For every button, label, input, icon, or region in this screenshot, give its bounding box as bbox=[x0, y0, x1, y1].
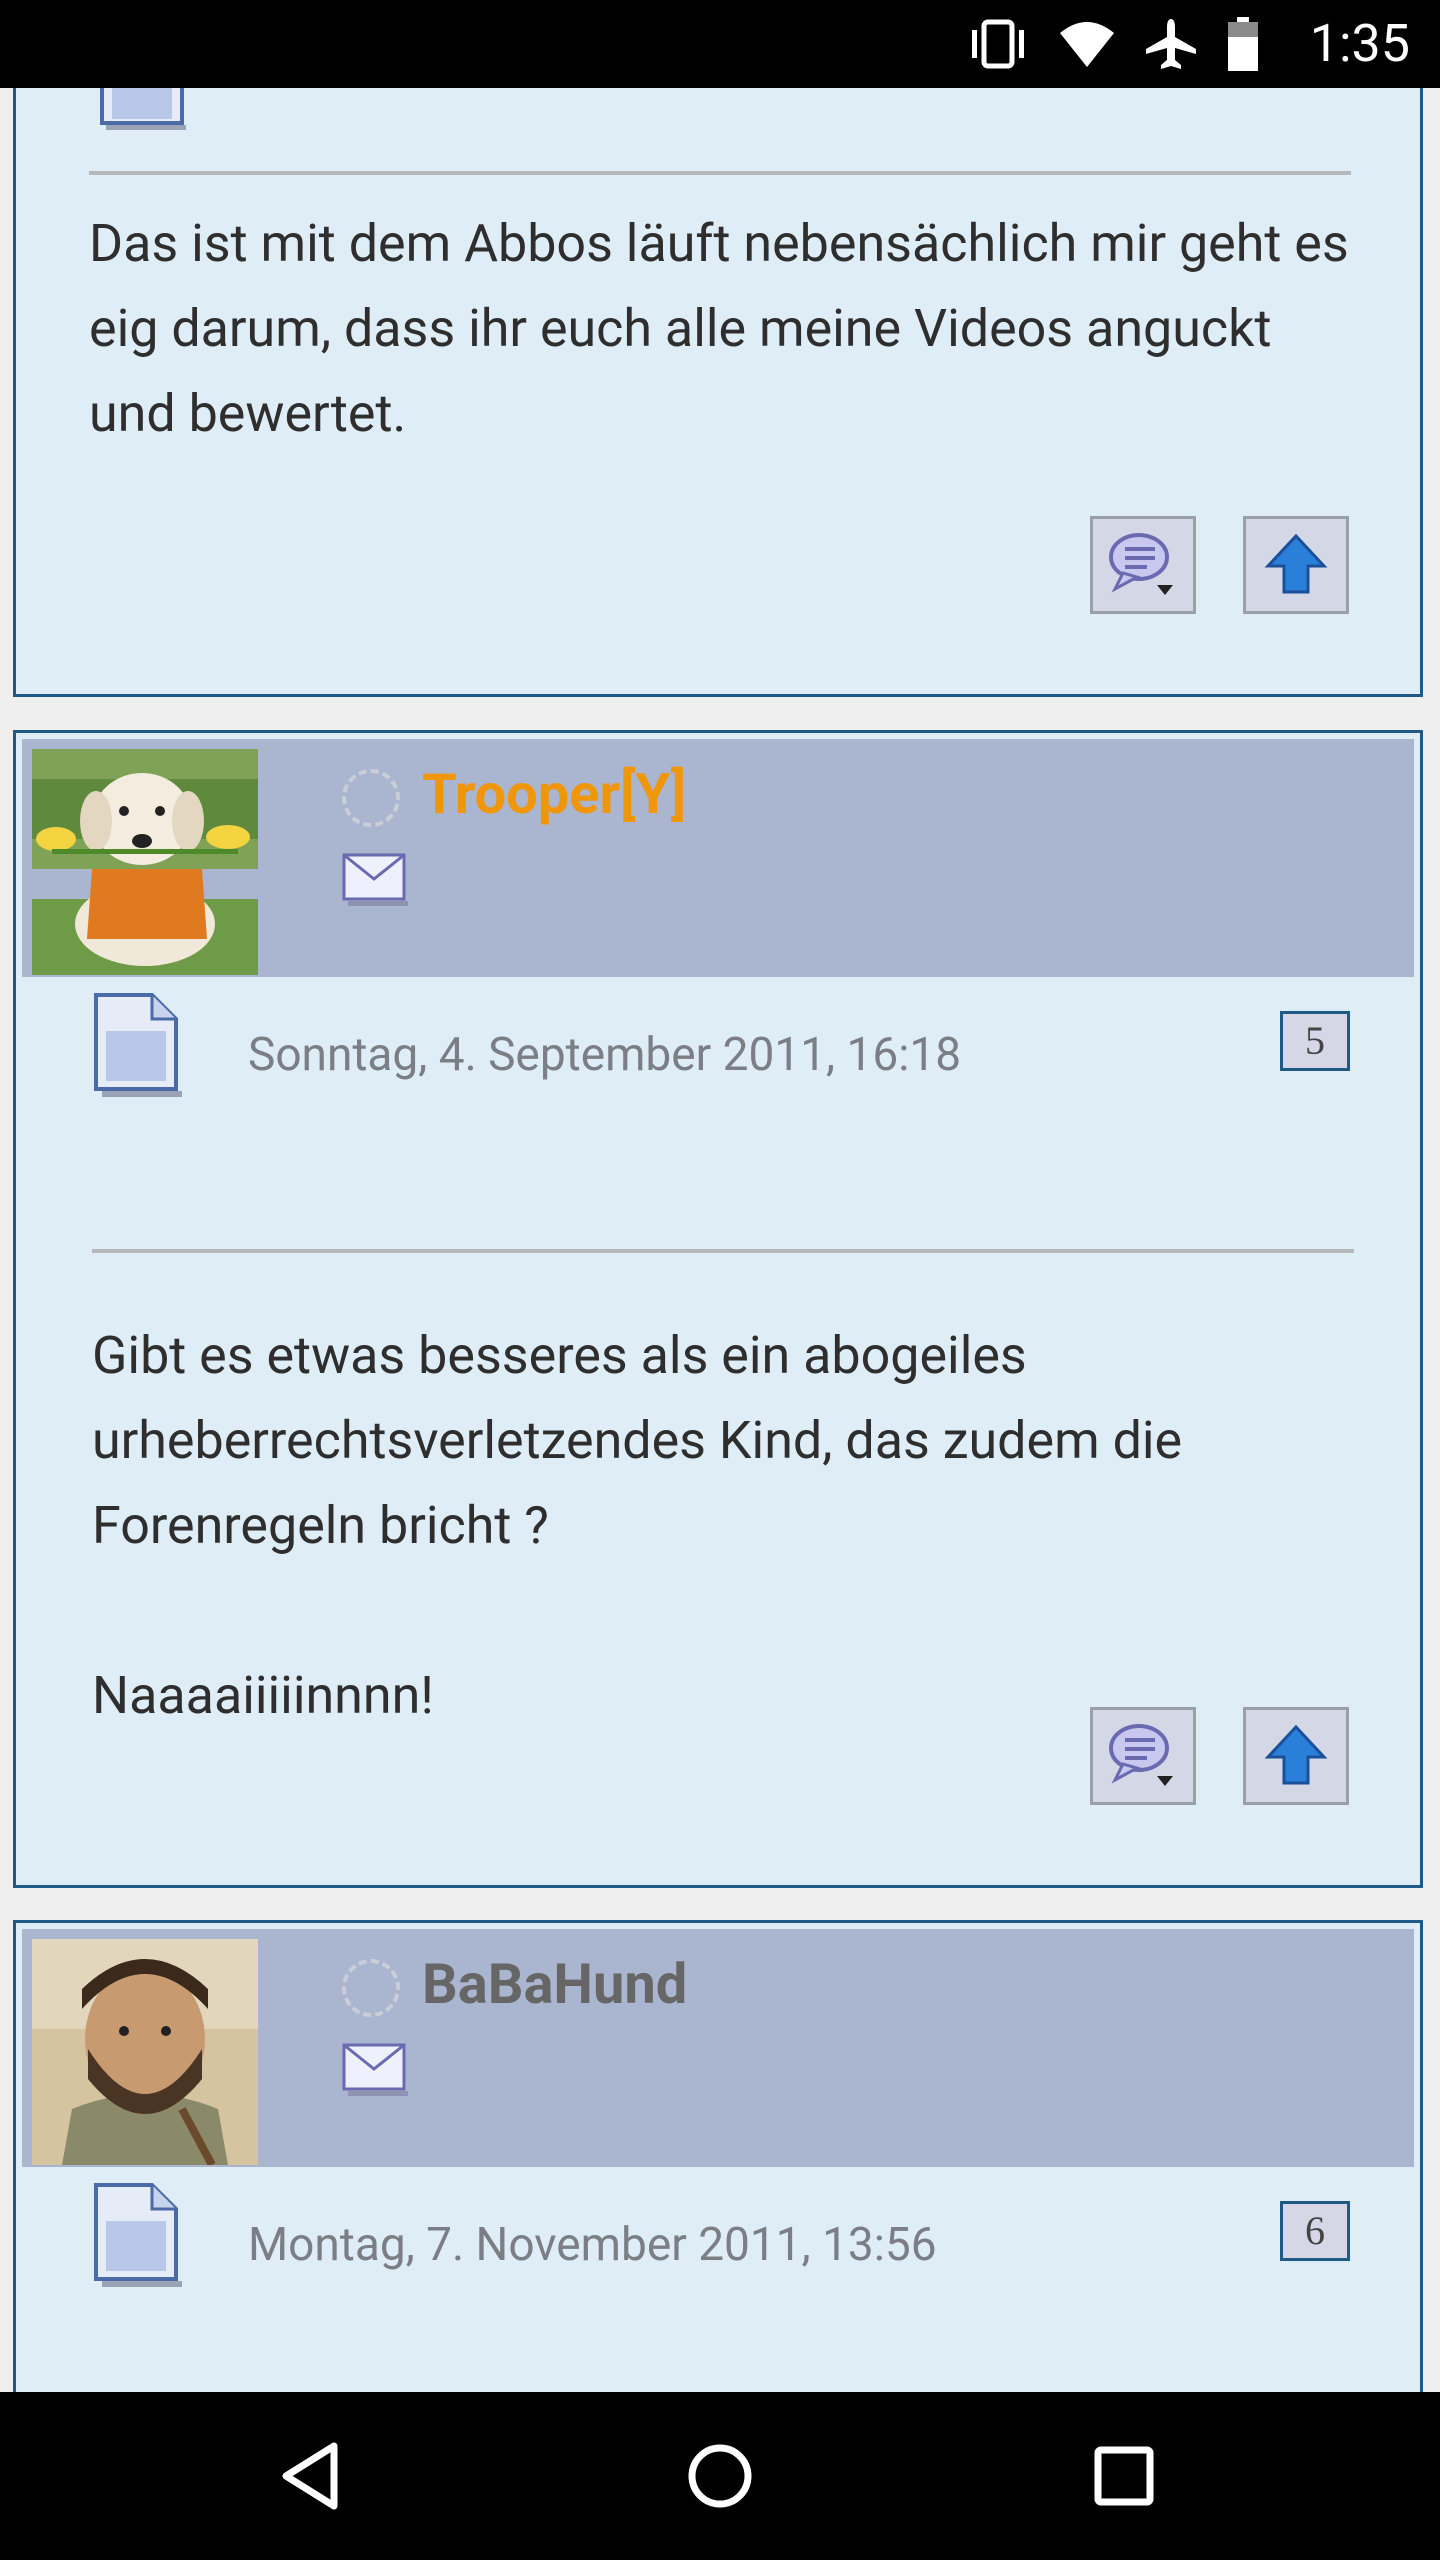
status-icons bbox=[966, 17, 1260, 71]
arrow-up-icon bbox=[1264, 533, 1328, 594]
recents-button[interactable] bbox=[1084, 2436, 1164, 2516]
username[interactable]: BaBaHund bbox=[422, 1949, 687, 2019]
forum-thread[interactable]: Das ist mit dem Abbos läuft nebensächlic… bbox=[0, 88, 1440, 2392]
avatar[interactable] bbox=[32, 749, 258, 975]
wifi-icon bbox=[1060, 22, 1114, 67]
navigation-bar bbox=[0, 2392, 1440, 2560]
forum-post: Trooper[Y] Sonntag, 4. September 2011, 1… bbox=[13, 730, 1423, 1888]
post-document-icon bbox=[92, 991, 188, 1103]
post-meta: Montag, 7. November 2011, 13:56 6 bbox=[16, 2171, 1420, 2311]
battery-icon bbox=[1228, 17, 1258, 71]
post-date: Sonntag, 4. September 2011, 16:18 bbox=[248, 1028, 962, 1082]
scroll-to-top-button[interactable] bbox=[1243, 516, 1349, 614]
post-header: BaBaHund bbox=[22, 1929, 1414, 2167]
recents-icon bbox=[1094, 2446, 1154, 2506]
home-button[interactable] bbox=[680, 2436, 760, 2516]
arrow-up-icon bbox=[1264, 1724, 1328, 1785]
speech-bubble-menu-icon bbox=[1109, 1724, 1173, 1786]
post-number[interactable]: 6 bbox=[1280, 2201, 1350, 2261]
post-document-icon bbox=[98, 88, 188, 135]
vibrate-icon bbox=[972, 19, 1024, 69]
post-number[interactable]: 5 bbox=[1280, 1011, 1350, 1071]
mail-icon bbox=[342, 853, 408, 906]
clock: 1:35 bbox=[1309, 13, 1410, 74]
status-bar: 1:35 bbox=[0, 0, 1440, 88]
post-paragraph: Das ist mit dem Abbos läuft nebensächlic… bbox=[89, 213, 1349, 444]
post-document-icon bbox=[92, 2181, 188, 2293]
post-date: Montag, 7. November 2011, 13:56 bbox=[248, 2218, 937, 2272]
post-header: Trooper[Y] bbox=[22, 739, 1414, 977]
post-paragraph bbox=[92, 1568, 1372, 1653]
back-button[interactable] bbox=[276, 2436, 356, 2516]
forum-post: BaBaHund Montag, 7. November 2011, 13:56 bbox=[13, 1920, 1423, 2392]
post-divider bbox=[89, 171, 1351, 175]
quote-reply-button[interactable] bbox=[1090, 516, 1196, 614]
online-status-indicator bbox=[342, 1959, 400, 2017]
avatar[interactable] bbox=[32, 1939, 258, 2165]
speech-bubble-menu-icon bbox=[1109, 533, 1173, 595]
online-status-indicator bbox=[342, 769, 400, 827]
forum-post: Das ist mit dem Abbos läuft nebensächlic… bbox=[13, 88, 1423, 697]
post-paragraph: Gibt es etwas besseres als ein abogeiles… bbox=[92, 1325, 1183, 1556]
username[interactable]: Trooper[Y] bbox=[422, 759, 686, 829]
post-meta: Sonntag, 4. September 2011, 16:18 5 bbox=[16, 981, 1420, 1121]
post-divider bbox=[92, 1249, 1354, 1253]
mail-icon bbox=[342, 2043, 408, 2096]
send-message-button[interactable] bbox=[340, 851, 410, 913]
home-icon bbox=[688, 2444, 752, 2508]
post-body: Gibt es etwas besseres als ein abogeiles… bbox=[92, 1313, 1372, 1738]
airplane-mode-icon bbox=[1146, 19, 1196, 69]
send-message-button[interactable] bbox=[340, 2041, 410, 2103]
scroll-to-top-button[interactable] bbox=[1243, 1707, 1349, 1805]
back-icon bbox=[282, 2442, 338, 2510]
quote-reply-button[interactable] bbox=[1090, 1707, 1196, 1805]
post-body: Das ist mit dem Abbos läuft nebensächlic… bbox=[89, 201, 1369, 456]
